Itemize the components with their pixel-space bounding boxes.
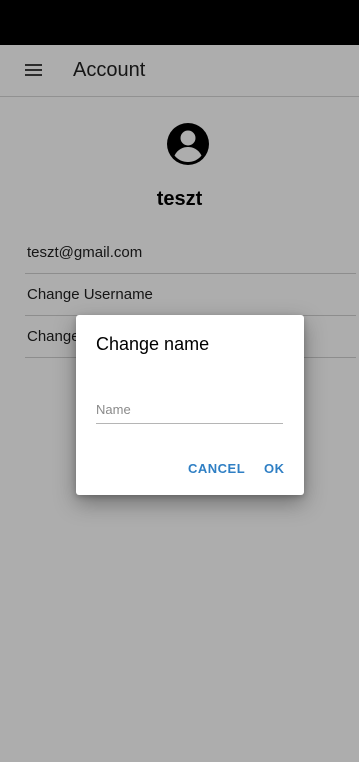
cancel-button[interactable]: CANCEL [188, 461, 245, 477]
dialog-title: Change name [96, 334, 210, 354]
change-name-dialog: Change name CANCEL OK [76, 315, 304, 495]
name-input[interactable] [96, 395, 283, 424]
ok-button[interactable]: OK [264, 461, 285, 477]
